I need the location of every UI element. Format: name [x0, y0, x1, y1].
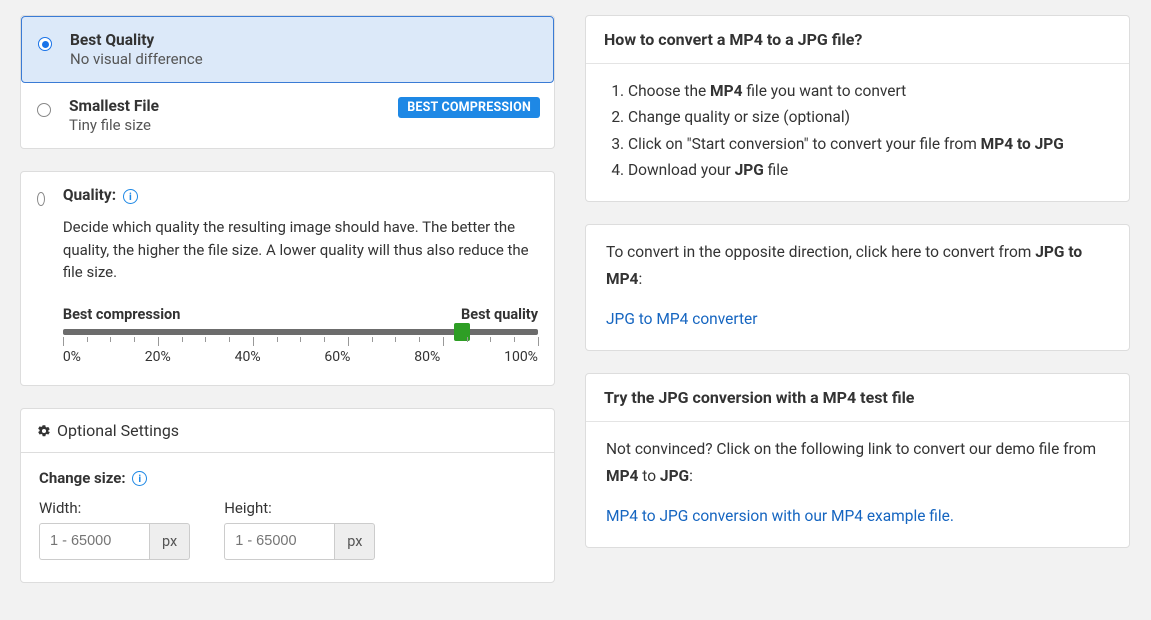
slider-ticks	[63, 337, 538, 347]
opposite-text: To convert in the opposite direction, cl…	[606, 243, 1082, 287]
change-size-label: Change size:	[39, 469, 126, 487]
width-unit: px	[149, 523, 190, 560]
list-item: Download your JPG file	[628, 157, 1109, 183]
height-input[interactable]	[224, 523, 334, 560]
option-smallest-file[interactable]: Smallest File Tiny file size BEST COMPRE…	[21, 83, 554, 148]
option-best-quality[interactable]: Best Quality No visual difference	[21, 16, 554, 83]
slider-label-left: Best compression	[63, 306, 181, 323]
option-subtitle: Tiny file size	[69, 116, 538, 134]
jpg-to-mp4-link[interactable]: JPG to MP4 converter	[606, 310, 758, 328]
tick-label: 100%	[504, 349, 538, 365]
quality-description: Decide which quality the resulting image…	[63, 216, 538, 284]
radio-custom-quality[interactable]	[37, 192, 45, 206]
gear-icon	[37, 423, 51, 437]
list-item: Choose the MP4 file you want to convert	[628, 78, 1109, 104]
height-label: Height:	[224, 499, 375, 517]
tick-label: 80%	[414, 349, 440, 365]
height-unit: px	[334, 523, 375, 560]
slider-label-right: Best quality	[461, 306, 538, 323]
howto-steps: Choose the MP4 file you want to convert …	[606, 78, 1109, 183]
info-icon[interactable]: i	[123, 189, 138, 204]
radio-best-quality[interactable]	[38, 37, 52, 51]
slider-track[interactable]	[63, 329, 538, 335]
quality-custom-card: Quality: i Decide which quality the resu…	[20, 171, 555, 386]
option-title: Best Quality	[70, 31, 537, 49]
example-file-link[interactable]: MP4 to JPG conversion with our MP4 examp…	[606, 507, 954, 525]
width-label: Width:	[39, 499, 190, 517]
howto-card: How to convert a MP4 to a JPG file? Choo…	[585, 15, 1130, 202]
radio-smallest-file[interactable]	[37, 103, 51, 117]
testfile-title: Try the JPG conversion with a MP4 test f…	[586, 374, 1129, 422]
tick-label: 0%	[63, 349, 81, 365]
width-input[interactable]	[39, 523, 149, 560]
optional-settings-header: Optional Settings	[21, 409, 554, 453]
quality-preset-card: Best Quality No visual difference Smalle…	[20, 15, 555, 149]
opposite-card: To convert in the opposite direction, cl…	[585, 224, 1130, 351]
testfile-text: Not convinced? Click on the following li…	[606, 436, 1109, 489]
slider-tick-labels: 0% 20% 40% 60% 80% 100%	[63, 349, 538, 365]
best-compression-badge: BEST COMPRESSION	[398, 97, 540, 118]
optional-settings-card: Optional Settings Change size: i Width: …	[20, 408, 555, 583]
quality-label: Quality:	[63, 186, 116, 204]
list-item: Click on "Start conversion" to convert y…	[628, 131, 1109, 157]
optional-settings-title: Optional Settings	[57, 421, 179, 440]
howto-title: How to convert a MP4 to a JPG file?	[586, 16, 1129, 64]
testfile-card: Try the JPG conversion with a MP4 test f…	[585, 373, 1130, 548]
tick-label: 20%	[145, 349, 171, 365]
info-icon[interactable]: i	[132, 471, 147, 486]
tick-label: 40%	[235, 349, 261, 365]
list-item: Change quality or size (optional)	[628, 104, 1109, 130]
option-subtitle: No visual difference	[70, 50, 537, 68]
tick-label: 60%	[324, 349, 350, 365]
quality-slider[interactable]: Best compression Best quality 0% 20% 40% 60…	[63, 306, 538, 365]
